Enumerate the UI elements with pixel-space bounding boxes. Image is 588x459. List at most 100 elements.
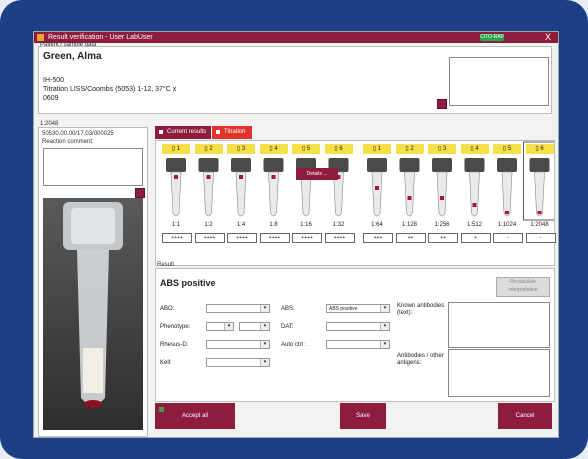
well-tube	[231, 158, 251, 217]
well-dilution: 1:32	[332, 222, 345, 228]
well-tube	[497, 158, 517, 217]
antibodies-antigens-label: Antibodies / other antigens:	[397, 353, 444, 366]
accept-icon	[159, 407, 164, 412]
reaction-comment-label: Reaction comment:	[42, 139, 94, 145]
well-dilution: 1:8	[269, 222, 278, 228]
chevron-down-icon: ▾	[260, 323, 269, 330]
comment-edit-button[interactable]	[135, 188, 145, 198]
save-button[interactable]: Save	[340, 403, 386, 429]
save-label: Save	[356, 413, 370, 419]
well-grade[interactable]: ++++	[292, 233, 322, 243]
kell-label: Kell:	[160, 360, 172, 366]
well-grade[interactable]: ++	[395, 233, 426, 243]
tab-icon	[159, 130, 163, 134]
known-antibodies-label: Known antibodies (text):	[397, 303, 445, 316]
cancel-button[interactable]: Cancel	[498, 403, 552, 429]
well-header[interactable]: ▯ 2	[395, 144, 424, 154]
phenotype-label: Phenotype:	[160, 324, 191, 330]
tab-current-results[interactable]: Current results	[155, 126, 211, 139]
recalculate-label: Recalculate interpretation	[508, 279, 538, 293]
well-grade[interactable]: +	[460, 233, 491, 243]
well-header[interactable]: ▯ 4	[259, 144, 288, 154]
chevron-down-icon: ▾	[224, 323, 233, 330]
result-value: ABS positive	[160, 278, 216, 288]
well-grade[interactable]: ++	[428, 233, 458, 243]
phenotype-select-1[interactable]: ▾	[206, 322, 234, 331]
well-header[interactable]: ▯ 2	[194, 144, 223, 154]
well-dilution: 1:64	[371, 222, 383, 228]
well-tube	[399, 158, 420, 217]
well-header[interactable]: ▯ 4	[460, 144, 489, 154]
well-grade[interactable]: ++++	[324, 233, 355, 243]
close-icon[interactable]: X	[545, 32, 551, 43]
well-dilution: 1:512	[466, 222, 482, 228]
well-grade[interactable]: +++	[363, 233, 393, 243]
autoctrl-select[interactable]: ▾	[326, 340, 390, 349]
dat-select[interactable]: ▾	[326, 322, 390, 331]
well-tube	[296, 158, 316, 217]
well-grade[interactable]: ++++	[259, 233, 290, 243]
well-dilution: 1:1024	[497, 222, 517, 228]
patient-name: Green, Alma	[43, 51, 102, 62]
well-tube	[166, 158, 186, 217]
result-verification-window: Result verification - User LabUser CITO-…	[34, 32, 558, 437]
tab-titration[interactable]: Titration	[212, 126, 252, 139]
antibodies-antigens-input[interactable]	[448, 349, 550, 397]
well-grade[interactable]: -	[493, 233, 523, 243]
well-header[interactable]: ▯ 1	[162, 144, 190, 154]
well-dilution: 1:256	[434, 222, 450, 228]
well-header[interactable]: ▯ 5	[292, 144, 320, 154]
well-grade[interactable]: ++++	[227, 233, 257, 243]
well-header[interactable]: ▯ 6	[525, 144, 554, 154]
well-header[interactable]: ▯ 6	[324, 144, 353, 154]
sample-panel: 50530.00.00/17.03/000025 Reaction commen…	[38, 127, 148, 437]
rhesus-select[interactable]: ▾	[206, 340, 270, 349]
well-header[interactable]: ▯ 3	[227, 144, 255, 154]
tube-row	[166, 141, 554, 221]
chevron-down-icon: ▾	[260, 341, 269, 348]
abs-label: ABS:	[281, 306, 295, 312]
well-header[interactable]: ▯ 3	[428, 144, 456, 154]
tab-icon	[216, 130, 220, 134]
window-title: Result verification - User LabUser	[48, 34, 153, 41]
well-dilution: 1:2	[204, 222, 213, 228]
well-tube	[432, 158, 452, 217]
well-grade[interactable]: ++++	[162, 233, 192, 243]
well-dilution: 1:16	[300, 222, 312, 228]
reaction-comment-input[interactable]	[43, 148, 143, 186]
patient-edit-button[interactable]	[437, 99, 447, 109]
recalculate-button[interactable]: Recalculate interpretation	[496, 277, 550, 297]
well-dilution: 1:128	[401, 222, 417, 228]
well-header[interactable]: ▯ 5	[493, 144, 521, 154]
details-button[interactable]: Details ...	[296, 168, 338, 180]
known-antibodies-input[interactable]	[448, 302, 550, 348]
title-bar: Result verification - User LabUser CITO-…	[34, 32, 558, 43]
chevron-down-icon: ▾	[380, 305, 389, 312]
abs-value: ABS positive	[329, 306, 358, 312]
autoctrl-label: Auto ctrl :	[281, 342, 307, 348]
app-icon	[37, 34, 44, 41]
well-tube	[328, 158, 349, 217]
well-dilution: 1:2048	[530, 222, 549, 228]
well-header[interactable]: ▯ 1	[363, 144, 391, 154]
result-panel: ABS positive Recalculate interpretation …	[155, 268, 555, 402]
status-badge: CITO-RAP	[480, 34, 504, 41]
patient-image-box	[449, 57, 549, 106]
well-grade[interactable]: ++++	[194, 233, 225, 243]
well-tube	[529, 158, 550, 217]
tab-label: Current results	[167, 129, 207, 135]
abo-select[interactable]: ▾	[206, 304, 270, 313]
chevron-down-icon: ▾	[260, 359, 269, 366]
abo-label: ABO:	[160, 306, 175, 312]
well-tube	[263, 158, 284, 217]
chevron-down-icon: ▾	[380, 323, 389, 330]
well-tube	[464, 158, 485, 217]
titration-strip: ▯ 1 1:1 ++++ ▯ 2 1:2 ++++ ▯ 3 1:4 ++++ ▯ 4 1:8 ++++…	[155, 140, 556, 266]
patient-id: IH-500	[43, 77, 65, 84]
abs-select[interactable]: ABS positive ▾	[326, 304, 390, 313]
phenotype-select-2[interactable]: ▾	[239, 322, 270, 331]
patient-panel: Green, Alma IH-500 Titration LISS/Coombs…	[38, 46, 552, 114]
kell-select[interactable]: ▾	[206, 358, 270, 367]
well-grade[interactable]: -	[525, 233, 556, 243]
accept-all-button[interactable]: Accept all	[155, 403, 235, 429]
